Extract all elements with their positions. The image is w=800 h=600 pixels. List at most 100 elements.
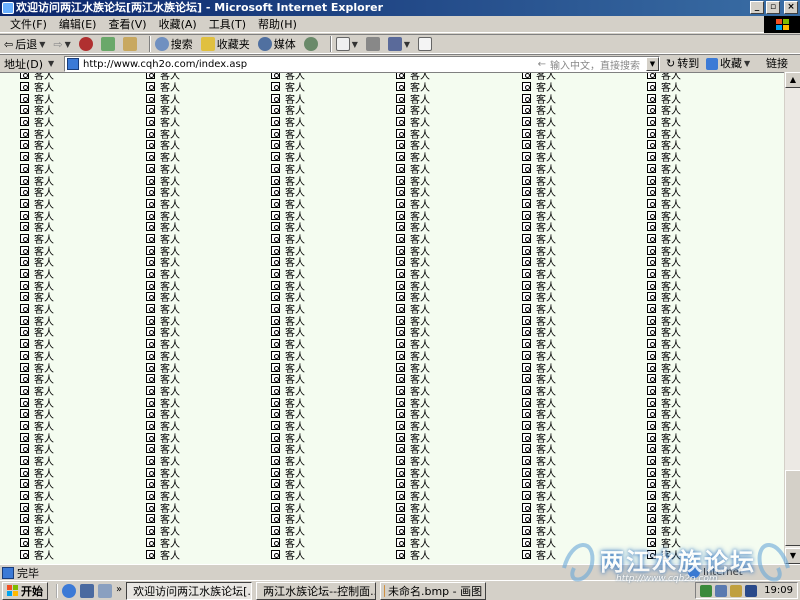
go-button[interactable]: ↻ 转到 bbox=[666, 56, 699, 72]
home-button[interactable] bbox=[122, 37, 137, 51]
refresh-button[interactable] bbox=[100, 37, 115, 51]
window-titlebar[interactable]: 欢迎访问两江水族论坛[两江水族论坛] - Microsoft Internet … bbox=[0, 0, 800, 16]
guest-user-icon bbox=[271, 257, 280, 267]
tray-app-icon[interactable] bbox=[700, 584, 713, 597]
history-button[interactable] bbox=[303, 37, 318, 51]
guest-user-icon bbox=[522, 467, 531, 477]
guest-label: 客人 bbox=[285, 550, 305, 562]
guest-user-icon bbox=[396, 257, 405, 267]
scroll-down-button[interactable]: ▼ bbox=[785, 548, 800, 564]
guest-user-icon bbox=[522, 93, 531, 103]
guest-list-item[interactable]: 客人 bbox=[647, 548, 747, 562]
restore-button[interactable]: ▫ bbox=[766, 1, 780, 14]
go-arrow-icon: ↻ bbox=[666, 57, 676, 70]
chevron-down-icon: ▼ bbox=[403, 39, 411, 49]
menu-favorites[interactable]: 收藏(A) bbox=[153, 16, 203, 33]
scroll-thumb[interactable] bbox=[785, 470, 800, 546]
tray-network-icon[interactable] bbox=[715, 584, 728, 597]
media-button[interactable]: 媒体 bbox=[257, 36, 296, 52]
address-input[interactable]: http://www.cqh2o.com/index.asp ← 输入中文，直接… bbox=[64, 56, 660, 72]
mail-button[interactable]: ▼ bbox=[335, 37, 358, 51]
guest-user-icon bbox=[396, 432, 405, 442]
guest-label: 客人 bbox=[661, 550, 681, 562]
guest-list-item[interactable]: 客人 bbox=[20, 548, 120, 562]
address-favorites-button[interactable]: 收藏 ▼ bbox=[706, 56, 750, 72]
guest-user-icon bbox=[396, 537, 405, 547]
discuss-button[interactable] bbox=[418, 37, 433, 51]
page-content: 客人 客人 客人 客人 客人 客人 客人 客人 客人 客人 客人 客人 客人 客人 客人 客人 客人 客人 客人 客人… bbox=[0, 72, 784, 564]
guest-user-icon bbox=[20, 456, 29, 466]
guest-user-icon bbox=[522, 128, 531, 138]
menu-tools[interactable]: 工具(T) bbox=[203, 16, 252, 33]
guest-user-icon bbox=[146, 257, 155, 267]
menu-view[interactable]: 查看(V) bbox=[102, 16, 152, 33]
guest-user-icon bbox=[647, 502, 656, 512]
forward-button[interactable]: ⇨ ▼ bbox=[53, 38, 70, 51]
add-favorite-icon bbox=[706, 58, 718, 70]
guest-user-icon bbox=[396, 82, 405, 92]
task-label: 欢迎访问两江水族论坛[... bbox=[133, 584, 253, 598]
guest-user-icon bbox=[522, 315, 531, 325]
guest-user-icon bbox=[20, 409, 29, 419]
guest-list-item[interactable]: 客人 bbox=[271, 548, 371, 562]
scroll-up-button[interactable]: ▲ bbox=[785, 72, 800, 88]
guest-user-icon bbox=[522, 479, 531, 489]
guest-user-icon bbox=[20, 117, 29, 127]
print-button[interactable] bbox=[365, 37, 380, 51]
guest-user-icon bbox=[20, 467, 29, 477]
stop-button[interactable] bbox=[78, 37, 93, 51]
guest-list-item[interactable]: 客人 bbox=[396, 548, 496, 562]
links-button[interactable]: 链接 bbox=[766, 56, 788, 72]
guest-user-icon bbox=[396, 152, 405, 162]
ie-quicklaunch-icon[interactable] bbox=[62, 583, 76, 598]
desktop-quicklaunch-icon[interactable] bbox=[98, 583, 112, 598]
guest-column: 客人 客人 客人 客人 客人 客人 客人 客人 客人 客人 客人 客人 客人 客人 客人 客人 客人 客人 客人 客人… bbox=[396, 73, 496, 562]
guest-user-icon bbox=[271, 467, 280, 477]
start-button[interactable]: 开始 bbox=[2, 581, 48, 600]
guest-user-icon bbox=[146, 175, 155, 185]
guest-user-icon bbox=[396, 233, 405, 243]
refresh-icon bbox=[100, 37, 115, 51]
menu-edit[interactable]: 编辑(E) bbox=[53, 16, 103, 33]
guest-label: 客人 bbox=[536, 550, 556, 562]
guest-user-icon bbox=[271, 362, 280, 372]
menu-file[interactable]: 文件(F) bbox=[4, 16, 53, 33]
guest-list-item[interactable]: 客人 bbox=[146, 548, 246, 562]
guest-user-icon bbox=[271, 93, 280, 103]
minimize-button[interactable]: _ bbox=[750, 1, 764, 14]
guest-list-item[interactable]: 客人 bbox=[522, 548, 622, 562]
guest-user-icon bbox=[522, 222, 531, 232]
guest-user-icon bbox=[647, 198, 656, 208]
guest-user-icon bbox=[396, 73, 405, 80]
guest-user-icon bbox=[271, 210, 280, 220]
address-dropdown-button[interactable]: ▼ bbox=[646, 57, 659, 71]
vertical-scrollbar[interactable]: ▲ ▼ bbox=[784, 72, 800, 564]
guest-user-icon bbox=[647, 327, 656, 337]
tray-ime-icon[interactable] bbox=[745, 584, 758, 597]
favorites-button[interactable]: 收藏夹 bbox=[200, 36, 250, 52]
task-ie-control-panel[interactable]: 两江水族论坛--控制面... bbox=[256, 581, 377, 600]
outlook-quicklaunch-icon[interactable] bbox=[80, 583, 94, 598]
menu-help[interactable]: 帮助(H) bbox=[252, 16, 303, 33]
guest-user-icon bbox=[647, 315, 656, 325]
tray-volume-icon[interactable] bbox=[730, 584, 743, 597]
guest-user-icon bbox=[20, 397, 29, 407]
guest-user-icon bbox=[522, 385, 531, 395]
guest-user-icon bbox=[20, 514, 29, 524]
guest-user-icon bbox=[647, 385, 656, 395]
clock[interactable]: 19:09 bbox=[764, 585, 793, 596]
guest-user-icon bbox=[522, 280, 531, 290]
stop-icon bbox=[78, 37, 93, 51]
search-button[interactable]: 搜索 bbox=[154, 36, 193, 52]
guest-user-icon bbox=[146, 444, 155, 454]
quicklaunch-more-icon[interactable]: » bbox=[116, 584, 122, 598]
edit-button[interactable]: ▼ bbox=[387, 37, 411, 51]
task-paint[interactable]: 未命名.bmp - 画图 bbox=[380, 581, 487, 600]
back-button[interactable]: ⇦ 后退 ▼ bbox=[4, 36, 45, 52]
guest-user-icon bbox=[647, 374, 656, 384]
guest-user-icon bbox=[20, 315, 29, 325]
task-ie-forum[interactable]: 欢迎访问两江水族论坛[... bbox=[126, 581, 253, 600]
close-button[interactable]: × bbox=[784, 1, 798, 14]
media-icon bbox=[257, 37, 272, 51]
guest-user-icon bbox=[522, 374, 531, 384]
